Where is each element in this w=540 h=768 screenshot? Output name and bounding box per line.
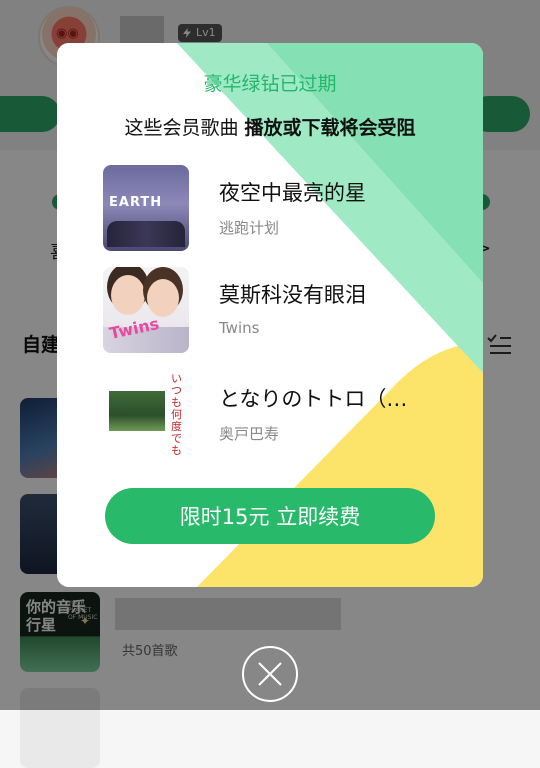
dialog-title: 豪华绿钻已过期 (203, 73, 337, 95)
album-cover-art (111, 275, 145, 315)
song-name: 莫斯科没有眼泪 (219, 283, 366, 307)
album-cover-art (147, 279, 179, 317)
close-icon (258, 662, 282, 686)
dialog-subtitle-prefix: 这些会员歌曲 (124, 117, 245, 139)
song-item[interactable]: いつも何度でも となりのトトロ（… 奥戸巴寿 (103, 371, 453, 457)
album-cover-text: いつも何度でも (171, 372, 182, 457)
close-button[interactable] (242, 646, 298, 702)
album-cover-art (107, 221, 185, 247)
song-name: 夜空中最亮的星 (219, 181, 366, 205)
song-artist: Twins (219, 319, 260, 337)
album-cover: Twins (103, 267, 189, 353)
membership-expired-dialog: 豪华绿钻已过期 这些会员歌曲 播放或下载将会受阻 EARTH 夜空中最亮的星 逃… (57, 43, 483, 587)
dialog-subtitle: 这些会员歌曲 播放或下载将会受阻 (57, 113, 483, 140)
album-cover: EARTH (103, 165, 189, 251)
song-artist: 逃跑计划 (219, 219, 280, 237)
album-cover-text: EARTH (109, 195, 163, 210)
song-item[interactable]: EARTH 夜空中最亮的星 逃跑计划 (103, 165, 453, 251)
song-name: となりのトトロ（… (219, 387, 408, 411)
song-artist: 奥戸巴寿 (219, 425, 280, 443)
album-cover: いつも何度でも (103, 371, 189, 457)
song-item[interactable]: Twins 莫斯科没有眼泪 Twins (103, 267, 453, 353)
album-cover-art (109, 391, 165, 431)
dialog-subtitle-emphasis: 播放或下载将会受阻 (244, 117, 416, 139)
renew-button[interactable]: 限时15元 立即续费 (105, 488, 435, 544)
